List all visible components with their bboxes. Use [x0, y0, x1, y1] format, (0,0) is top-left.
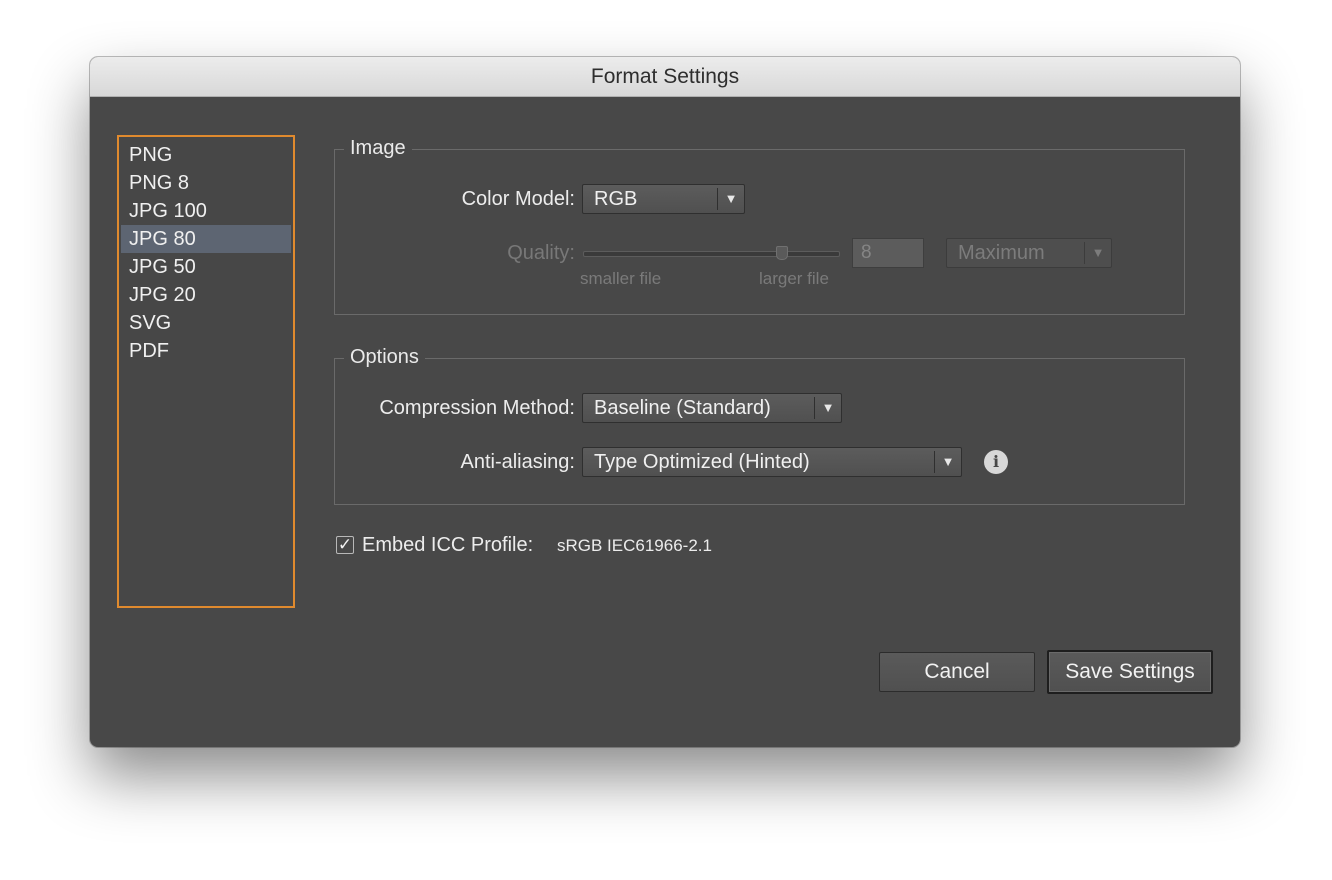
options-group-title: Options	[344, 344, 425, 370]
anti-aliasing-label: Anti-aliasing:	[460, 451, 575, 473]
chevron-down-icon: ▼	[814, 397, 841, 419]
quality-number-field[interactable]: 8	[852, 238, 924, 268]
quality-max-label: larger file	[759, 269, 829, 288]
preset-item-svg[interactable]: SVG	[121, 309, 291, 337]
preset-item-png[interactable]: PNG	[121, 141, 291, 169]
color-model-label: Color Model:	[461, 188, 575, 210]
cancel-button[interactable]: Cancel	[879, 652, 1035, 692]
quality-slider-track[interactable]	[583, 251, 840, 257]
chevron-down-icon: ▼	[717, 188, 744, 210]
checkmark-icon: ✓	[337, 535, 353, 554]
anti-aliasing-select[interactable]: Type Optimized (Hinted) ▼	[582, 447, 962, 477]
quality-preset-value: Maximum	[958, 242, 1045, 264]
info-icon[interactable]: i	[984, 450, 1008, 474]
quality-slider-thumb[interactable]	[776, 246, 788, 260]
dialog-content: PNG PNG 8 JPG 100 JPG 80 JPG 50 JPG 20 S…	[90, 97, 1240, 747]
preset-item-png8[interactable]: PNG 8	[121, 169, 291, 197]
chevron-down-icon: ▼	[1084, 242, 1111, 264]
preset-item-jpg100[interactable]: JPG 100	[121, 197, 291, 225]
compression-method-value: Baseline (Standard)	[594, 397, 771, 419]
quality-label: Quality:	[507, 242, 575, 264]
color-model-select[interactable]: RGB ▼	[582, 184, 745, 214]
format-settings-dialog: Format Settings PNG PNG 8 JPG 100 JPG 80…	[90, 57, 1240, 747]
preset-item-pdf[interactable]: PDF	[121, 337, 291, 365]
preset-item-jpg20[interactable]: JPG 20	[121, 281, 291, 309]
color-model-value: RGB	[594, 188, 638, 210]
quality-min-label: smaller file	[580, 269, 662, 288]
image-group: Image Color Model: RGB ▼ Quality: smalle…	[334, 135, 1185, 315]
quality-preset-select[interactable]: Maximum ▼	[946, 238, 1112, 268]
image-group-title: Image	[344, 135, 412, 161]
chevron-down-icon: ▼	[934, 451, 961, 473]
compression-method-label: Compression Method:	[379, 397, 575, 419]
dialog-title: Format Settings	[90, 57, 1240, 97]
format-preset-list[interactable]: PNG PNG 8 JPG 100 JPG 80 JPG 50 JPG 20 S…	[117, 135, 295, 608]
compression-method-select[interactable]: Baseline (Standard) ▼	[582, 393, 842, 423]
preset-item-jpg50[interactable]: JPG 50	[121, 253, 291, 281]
anti-aliasing-value: Type Optimized (Hinted)	[594, 451, 810, 473]
preset-item-jpg80[interactable]: JPG 80	[121, 225, 291, 253]
embed-icc-checkbox[interactable]: ✓	[336, 536, 354, 554]
embed-icc-label[interactable]: Embed ICC Profile:	[362, 530, 533, 560]
options-group: Options Compression Method: Baseline (St…	[334, 344, 1185, 505]
save-settings-button[interactable]: Save Settings	[1047, 650, 1213, 694]
icc-profile-name: sRGB IEC61966-2.1	[557, 536, 712, 555]
